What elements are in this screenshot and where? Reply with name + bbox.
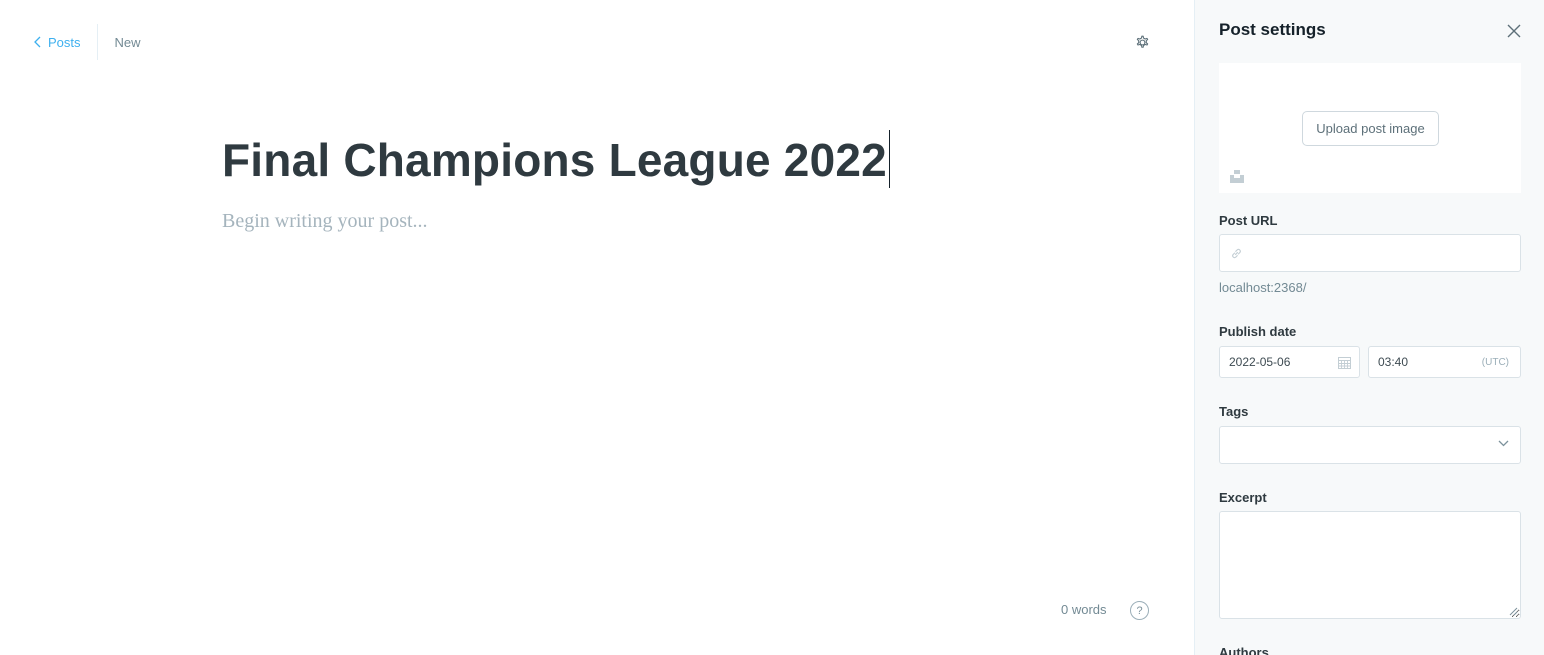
text-caret (888, 130, 890, 188)
post-image-dropzone: Upload post image (1219, 63, 1521, 193)
timezone-label: (UTC) (1481, 356, 1509, 368)
authors-label: Authors (1219, 645, 1269, 655)
tags-select[interactable] (1219, 426, 1521, 464)
post-url-input[interactable] (1251, 238, 1511, 268)
publish-date-field[interactable]: 2022-05-06 (1219, 346, 1360, 378)
publish-time-field[interactable]: 03:40 (UTC) (1368, 346, 1521, 378)
chevron-down-icon (1498, 440, 1509, 447)
calendar-icon[interactable] (1338, 356, 1351, 369)
publish-date-label: Publish date (1219, 324, 1297, 339)
help-button[interactable]: ? (1130, 601, 1149, 620)
post-settings-panel: Post settings Upload post image Post URL… (1194, 0, 1544, 655)
editor-area: Posts New Final Champions League 2022 Be… (0, 0, 1194, 655)
gear-icon (1136, 35, 1148, 48)
back-link-label: Posts (48, 34, 81, 50)
tags-label: Tags (1219, 404, 1249, 419)
post-title-text: Final Champions League 2022 (222, 134, 887, 186)
chevron-left-icon (34, 36, 41, 48)
breadcrumb: Posts New (34, 24, 141, 60)
post-url-field[interactable] (1219, 234, 1521, 272)
unsplash-icon[interactable] (1230, 169, 1244, 183)
post-url-preview: localhost:2368/ (1219, 280, 1307, 295)
post-title-input[interactable]: Final Champions League 2022 (222, 130, 890, 190)
close-icon (1507, 24, 1521, 38)
post-body-editor[interactable]: Begin writing your post... (222, 207, 428, 235)
post-url-label: Post URL (1219, 213, 1278, 228)
publish-time-value: 03:40 (1378, 355, 1409, 369)
settings-menu-button[interactable] (1131, 31, 1153, 53)
panel-title: Post settings (1219, 20, 1326, 39)
excerpt-textarea[interactable] (1219, 511, 1521, 619)
back-to-posts-link[interactable]: Posts (34, 24, 97, 60)
post-status: New (114, 34, 141, 50)
upload-post-image-button[interactable]: Upload post image (1302, 111, 1439, 146)
help-icon: ? (1136, 604, 1143, 617)
link-icon (1232, 248, 1241, 258)
word-count: 0 words (1061, 602, 1107, 617)
close-panel-button[interactable] (1506, 23, 1522, 39)
excerpt-label: Excerpt (1219, 490, 1267, 505)
publish-date-value: 2022-05-06 (1229, 355, 1291, 369)
